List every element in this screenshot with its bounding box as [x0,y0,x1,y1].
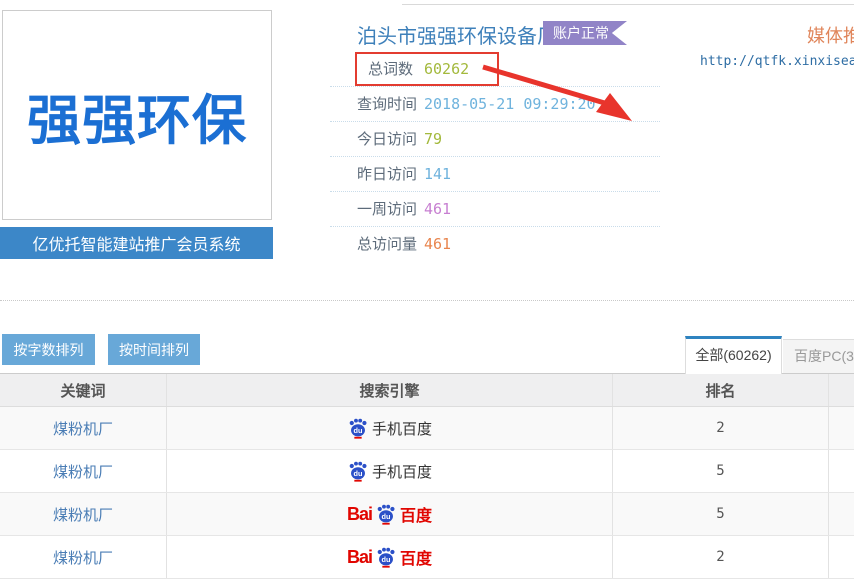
rank-value: 5 [716,506,724,522]
rank-value: 5 [716,463,724,479]
rank-value: 2 [716,549,724,565]
stat-row-week-visits: 一周访问461 [330,192,660,227]
stat-row-today-visits: 今日访问79 [330,122,660,157]
svg-text:du: du [382,555,391,564]
rank-value: 2 [716,420,724,436]
keyword-table: 关键词 搜索引擎 排名 煤粉机厂 du 手机百度 2 煤粉机厂 du 手机百度 [0,373,854,579]
baidu-paw-icon: du [347,417,369,439]
svg-text:du: du [382,512,391,521]
keyword-link[interactable]: 煤粉机厂 [53,547,113,568]
system-banner: 亿优托智能建站推广会员系统 [0,227,273,259]
header-rank: 排名 [613,374,829,406]
stat-row-query-time: 查询时间2018-05-21 09:29:20 [330,87,660,122]
account-status-badge: 账户正常 [543,21,627,45]
table-header-row: 关键词 搜索引擎 排名 [0,373,854,407]
header-engine: 搜索引擎 [167,374,613,406]
svg-text:du: du [354,426,363,435]
company-logo: 强强环保 [2,10,272,220]
header-keyword: 关键词 [0,374,167,406]
stat-row-total-words: 总词数60262 [330,52,660,87]
stat-row-yesterday-visits: 昨日访问141 [330,157,660,192]
table-row: 煤粉机厂 Bai du 百度 5 [0,493,854,536]
sort-by-words-button[interactable]: 按字数排列 [2,334,95,365]
page-title: 泊头市强强环保设备厂 [357,20,557,49]
engine-baidu-pc: Bai du 百度 [347,545,432,569]
media-section-label: 媒体推广 [807,22,854,48]
table-row: 煤粉机厂 du 手机百度 2 [0,407,854,450]
table-row: 煤粉机厂 Bai du 百度 2 [0,536,854,579]
engine-label: 手机百度 [372,418,432,439]
top-divider [402,4,854,5]
stat-label: 今日访问 [357,122,424,157]
header-extra [829,374,854,406]
tab-baidu-pc[interactable]: 百度PC(30 [783,339,854,373]
baidu-paw-icon: du [375,546,397,568]
engine-baidu-mobile: du 手机百度 [347,417,432,439]
baidu-paw-icon: du [375,503,397,525]
engine-baidu-mobile: du 手机百度 [347,460,432,482]
stat-label: 查询时间 [357,87,424,122]
baidu-paw-icon: du [347,460,369,482]
section-divider [0,300,854,301]
sort-by-time-button[interactable]: 按时间排列 [108,334,200,365]
stat-value: 60262 [424,60,469,78]
stat-label: 总访问量 [357,227,424,262]
tab-all[interactable]: 全部(60262) [685,336,782,374]
page: 强强环保 亿优托智能建站推广会员系统 泊头市强强环保设备厂 账户正常 总词数60… [0,0,854,579]
stat-row-total-visits: 总访问量461 [330,227,660,262]
site-url-link[interactable]: http://qtfk.xinxisea. [700,54,854,69]
engine-label: 手机百度 [372,461,432,482]
baidu-logo-cn: 百度 [400,502,432,526]
baidu-logo-latin: Bai [347,547,372,568]
baidu-logo-latin: Bai [347,504,372,525]
account-stats: 总词数60262 查询时间2018-05-21 09:29:20 今日访问79 … [330,52,660,262]
stat-label: 昨日访问 [357,157,424,192]
table-row: 煤粉机厂 du 手机百度 5 [0,450,854,493]
baidu-logo-cn: 百度 [400,545,432,569]
stat-label: 一周访问 [357,192,424,227]
keyword-link[interactable]: 煤粉机厂 [53,504,113,525]
stat-value: 141 [424,165,451,183]
stat-value: 461 [424,200,451,218]
stat-value: 79 [424,130,442,148]
stat-label: 总词数 [368,52,424,87]
stat-value: 461 [424,235,451,253]
keyword-link[interactable]: 煤粉机厂 [53,461,113,482]
keyword-link[interactable]: 煤粉机厂 [53,418,113,439]
engine-baidu-pc: Bai du 百度 [347,502,432,526]
svg-text:du: du [354,469,363,478]
logo-text: 强强环保 [27,76,247,155]
stat-value: 2018-05-21 09:29:20 [424,95,596,113]
